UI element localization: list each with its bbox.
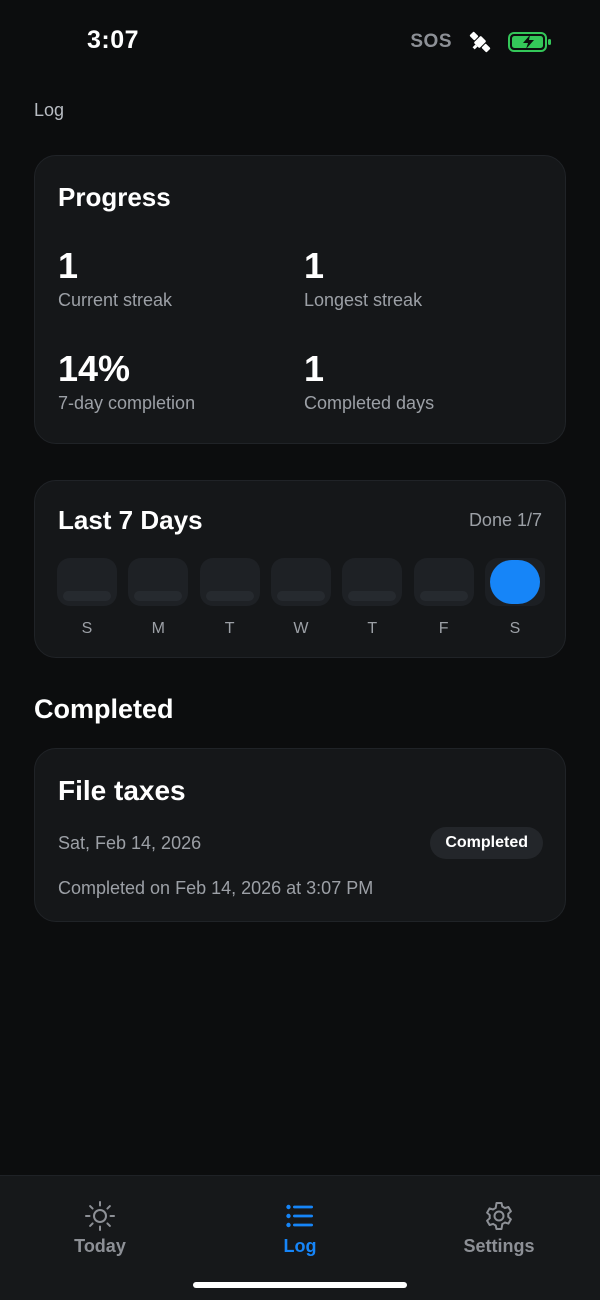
gear-icon	[486, 1202, 512, 1230]
status-indicators: SOS	[410, 28, 552, 56]
day-column: F	[413, 558, 474, 638]
stat-label: 7-day completion	[58, 393, 196, 413]
battery-icon	[508, 32, 551, 52]
day-progress-bar	[348, 591, 397, 601]
task-title: File taxes	[58, 775, 186, 806]
day-cell-empty	[342, 558, 403, 606]
tab-label: Log	[283, 1236, 317, 1256]
completed-section-title: Completed	[34, 694, 174, 724]
progress-card: Progress 1 Current streak 1 Longest stre…	[34, 155, 566, 444]
tab-label: Settings	[463, 1236, 535, 1256]
stat-seven-day-completion: 14% 7-day completion	[58, 349, 195, 414]
day-progress-bar	[134, 591, 183, 601]
day-strip: SMTWTFS	[57, 558, 545, 638]
day-column: M	[128, 558, 189, 638]
day-label: T	[367, 620, 378, 637]
day-column: S	[484, 558, 545, 638]
day-cell-completed	[484, 558, 545, 606]
stat-value: 1	[304, 245, 325, 286]
log-screen: 3:07 SOS Log Progress 1 Current streak 1	[0, 0, 600, 1300]
stat-longest-streak: 1 Longest streak	[304, 246, 422, 311]
satellite-icon	[469, 31, 491, 53]
day-label: S	[509, 620, 521, 637]
nav-title: Log	[34, 100, 65, 120]
day-cell-empty	[199, 558, 260, 606]
stat-label: Current streak	[58, 290, 173, 310]
stat-label: Longest streak	[304, 290, 423, 310]
list-icon	[286, 1204, 313, 1228]
stat-label: Completed days	[304, 393, 435, 413]
day-cell-empty	[57, 558, 117, 606]
home-indicator	[193, 1282, 407, 1288]
day-column: T	[199, 558, 260, 638]
tab-today[interactable]: Today	[30, 1200, 170, 1257]
day-progress-bar	[63, 591, 111, 601]
progress-title: Progress	[58, 182, 171, 212]
stat-completed-days: 1 Completed days	[304, 349, 434, 414]
day-column: W	[270, 558, 331, 638]
day-progress-bar	[205, 591, 254, 601]
day-cell-empty	[128, 558, 189, 606]
stat-value: 14%	[58, 348, 131, 389]
status-time: 3:07	[87, 26, 140, 54]
task-date: Sat, Feb 14, 2026	[58, 833, 202, 853]
sos-indicator: SOS	[410, 31, 452, 52]
day-label: S	[81, 620, 93, 637]
day-column: T	[342, 558, 403, 638]
day-label: T	[224, 620, 235, 637]
tab-settings[interactable]: Settings	[429, 1200, 569, 1257]
last-seven-days-card: Last 7 Days Done 1/7 S M T W T F S	[34, 480, 566, 658]
day-cell-empty	[270, 558, 331, 606]
day-label: F	[438, 620, 449, 637]
status-badge: Completed	[430, 827, 543, 859]
completed-task-card[interactable]: File taxes Sat, Feb 14, 2026 Completed C…	[34, 748, 566, 922]
day-cell-empty	[413, 558, 474, 606]
stat-value: 1	[58, 245, 79, 286]
day-column: S	[57, 558, 117, 638]
day-label: W	[293, 620, 309, 637]
completion-note: Completed on Feb 14, 2026 at 3:07 PM	[58, 878, 374, 898]
day-label: M	[151, 620, 165, 637]
sun-icon	[85, 1201, 115, 1231]
day-progress-bar	[419, 591, 468, 601]
done-count: Done 1/7	[468, 510, 542, 530]
stat-current-streak: 1 Current streak	[58, 246, 172, 311]
completed-day-dot	[489, 560, 540, 604]
tab-log[interactable]: Log	[230, 1200, 370, 1257]
tab-label: Today	[74, 1236, 126, 1256]
week-title: Last 7 Days	[58, 505, 203, 535]
day-progress-bar	[276, 591, 325, 601]
stat-value: 1	[304, 348, 325, 389]
